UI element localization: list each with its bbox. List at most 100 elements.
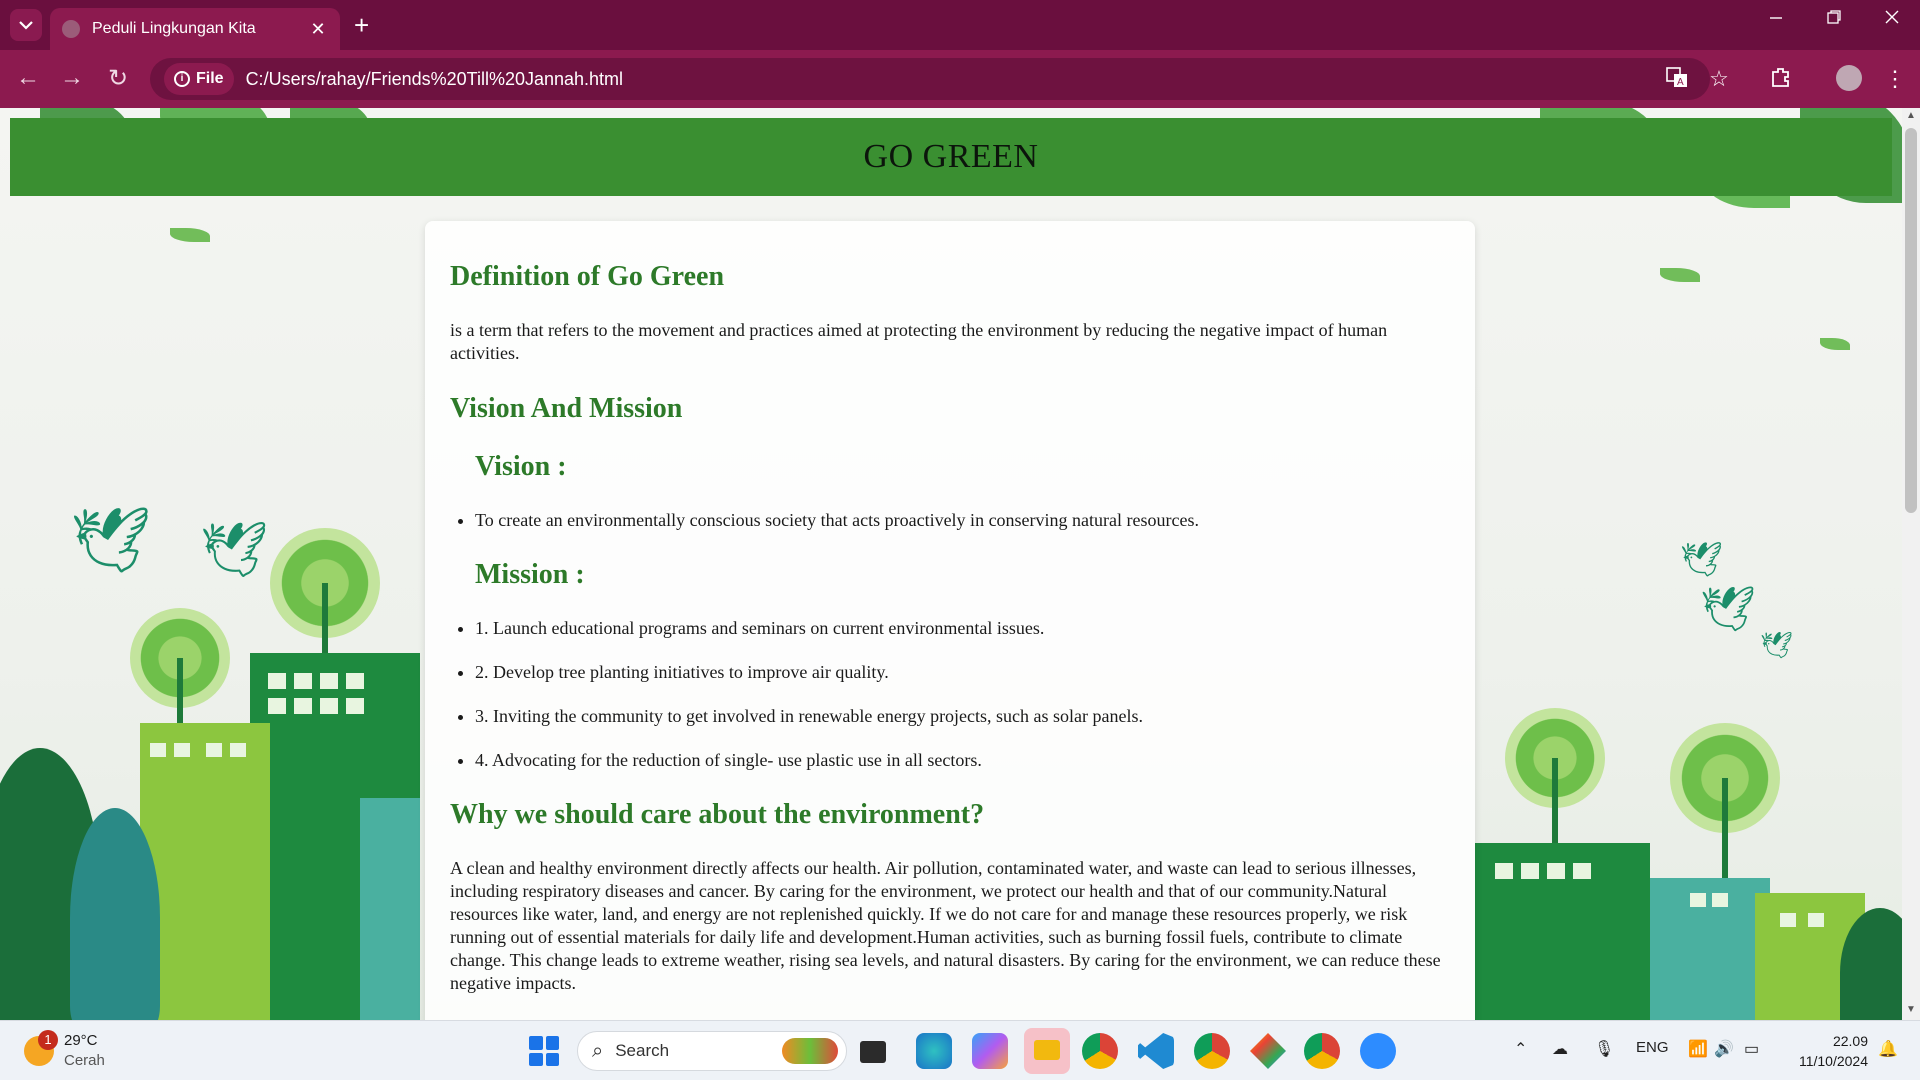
scroll-up-arrow-icon[interactable]: ▲ [1902, 110, 1920, 121]
building-window [346, 673, 364, 689]
building-window [294, 673, 312, 689]
copilot-icon[interactable] [972, 1033, 1008, 1069]
chevron-down-icon [19, 21, 33, 30]
globe-icon [62, 20, 80, 38]
building [360, 798, 420, 1020]
notification-bell-icon[interactable]: 🔔 [1878, 1039, 1898, 1059]
profile-avatar[interactable] [1836, 65, 1862, 91]
taskbar-search[interactable]: ⌕ Search [577, 1031, 847, 1071]
scroll-down-arrow-icon[interactable]: ▼ [1902, 1004, 1920, 1015]
why-care-text: A clean and healthy environment directly… [450, 858, 1441, 993]
bird-icon: 🕊 [70, 504, 152, 576]
clock-time: 22.09 [1832, 1033, 1868, 1049]
menu-dots-icon[interactable]: ⋮ [1880, 66, 1910, 92]
bird-icon: 🕊 [1700, 585, 1756, 634]
svg-text:A: A [1677, 77, 1684, 88]
system-clock[interactable]: 22.09 11/10/2024 [1788, 1031, 1868, 1071]
mission-heading: Mission : [475, 559, 585, 590]
start-windows-icon[interactable] [529, 1036, 559, 1066]
back-arrow-icon[interactable]: ← [12, 64, 44, 92]
building-window [174, 743, 190, 757]
building-window [150, 743, 166, 757]
building-window [268, 698, 286, 714]
vscode-icon[interactable] [1138, 1033, 1174, 1069]
scrollbar-thumb[interactable] [1905, 128, 1917, 513]
translate-icon[interactable]: A [1662, 66, 1692, 94]
building-window [1495, 863, 1513, 879]
definition-heading: Definition of Go Green [450, 261, 725, 292]
clock-date: 11/10/2024 [1798, 1053, 1868, 1069]
url-text[interactable]: C:/Users/rahay/Friends%20Till%20Jannah.h… [246, 69, 624, 90]
bird-icon: 🕊 [1760, 630, 1794, 660]
building-window [1780, 913, 1796, 927]
battery-icon[interactable]: ▭ [1744, 1039, 1759, 1059]
gemini-app-icon[interactable] [1250, 1033, 1286, 1069]
building-window [1573, 863, 1591, 879]
onedrive-icon[interactable]: ☁ [1552, 1039, 1568, 1059]
tab-search-button[interactable] [10, 9, 42, 41]
building-window [1808, 913, 1824, 927]
notification-badge: 1 [38, 1030, 58, 1050]
list-item: 2. Develop tree planting initiatives to … [475, 661, 1449, 683]
go-green-banner: GO GREEN [10, 118, 1892, 196]
page-viewport: 🕊 🕊 🕊 🕊 🕊 GO GREEN Definition of Go Gree… [0, 108, 1902, 1020]
weather-widget[interactable]: 1 29°C Cerah [24, 1030, 105, 1071]
browser-tab-bar: Peduli Lingkungan Kita ✕ + [0, 0, 1920, 50]
site-info-chip[interactable]: i File [164, 63, 234, 95]
show-hidden-icons-chevron-icon[interactable]: ⌃ [1514, 1039, 1527, 1059]
page-scrollbar[interactable]: ▲ ▼ [1902, 108, 1920, 1020]
zoom-icon[interactable] [1360, 1033, 1396, 1069]
extensions-icon[interactable] [1766, 66, 1796, 94]
mission-list: 1. Launch educational programs and semin… [475, 617, 1449, 771]
search-icon: ⌕ [592, 1039, 604, 1062]
microphone-icon[interactable]: 🎙 [1594, 1039, 1614, 1059]
task-view-icon[interactable] [860, 1041, 886, 1063]
list-item: 1. Launch educational programs and semin… [475, 617, 1449, 639]
minimize-icon[interactable] [1756, 8, 1796, 29]
vision-heading: Vision : [475, 451, 567, 482]
list-item: 4. Advocating for the reduction of singl… [475, 749, 1449, 771]
tab-close-icon[interactable]: ✕ [308, 19, 328, 40]
temperature: 29°C [64, 1032, 98, 1049]
file-explorer-icon[interactable] [1024, 1028, 1070, 1074]
building-window [320, 698, 338, 714]
weather-sun-icon: 1 [24, 1030, 58, 1066]
vision-mission-heading: Vision And Mission [450, 393, 683, 424]
vision-list: To create an environmentally conscious s… [475, 509, 1449, 531]
building-window [346, 698, 364, 714]
edge-browser-icon[interactable] [916, 1033, 952, 1069]
building-window [320, 673, 338, 689]
building-window [1521, 863, 1539, 879]
wifi-icon[interactable]: 📶 [1688, 1039, 1708, 1059]
chrome-facebook-icon[interactable] [1304, 1033, 1340, 1069]
banner-title: GO GREEN [863, 138, 1039, 175]
leaf-decoration [170, 228, 210, 242]
browser-toolbar: ← → ↻ i File C:/Users/rahay/Friends%20Ti… [0, 50, 1920, 108]
content-card: Definition of Go Green is a term that re… [425, 221, 1475, 1020]
building-window [1712, 893, 1728, 907]
chrome-profile-icon[interactable] [1194, 1033, 1230, 1069]
close-window-icon[interactable] [1872, 8, 1912, 29]
search-highlight-icon [782, 1038, 838, 1064]
building-window [230, 743, 246, 757]
forward-arrow-icon[interactable]: → [56, 64, 88, 92]
building-window [268, 673, 286, 689]
restore-icon[interactable] [1814, 8, 1854, 29]
bookmark-star-icon[interactable]: ☆ [1704, 66, 1734, 92]
bird-icon: 🕊 [200, 520, 269, 580]
reload-icon[interactable]: ↻ [102, 64, 134, 93]
info-icon: i [174, 71, 190, 87]
building-window [1690, 893, 1706, 907]
language-indicator[interactable]: ENG [1636, 1039, 1669, 1056]
new-tab-button[interactable]: + [354, 10, 369, 40]
address-bar[interactable]: i File C:/Users/rahay/Friends%20Till%20J… [150, 58, 1710, 100]
volume-icon[interactable]: 🔊 [1714, 1039, 1734, 1059]
weather-condition: Cerah [64, 1052, 105, 1069]
tree [70, 808, 160, 1020]
browser-tab-active[interactable]: Peduli Lingkungan Kita ✕ [50, 8, 340, 50]
turbine-pole [1722, 778, 1728, 888]
list-item: 3. Inviting the community to get involve… [475, 705, 1449, 727]
list-item: To create an environmentally conscious s… [475, 509, 1449, 531]
chrome-icon[interactable] [1082, 1033, 1118, 1069]
leaf-decoration [1820, 338, 1850, 350]
